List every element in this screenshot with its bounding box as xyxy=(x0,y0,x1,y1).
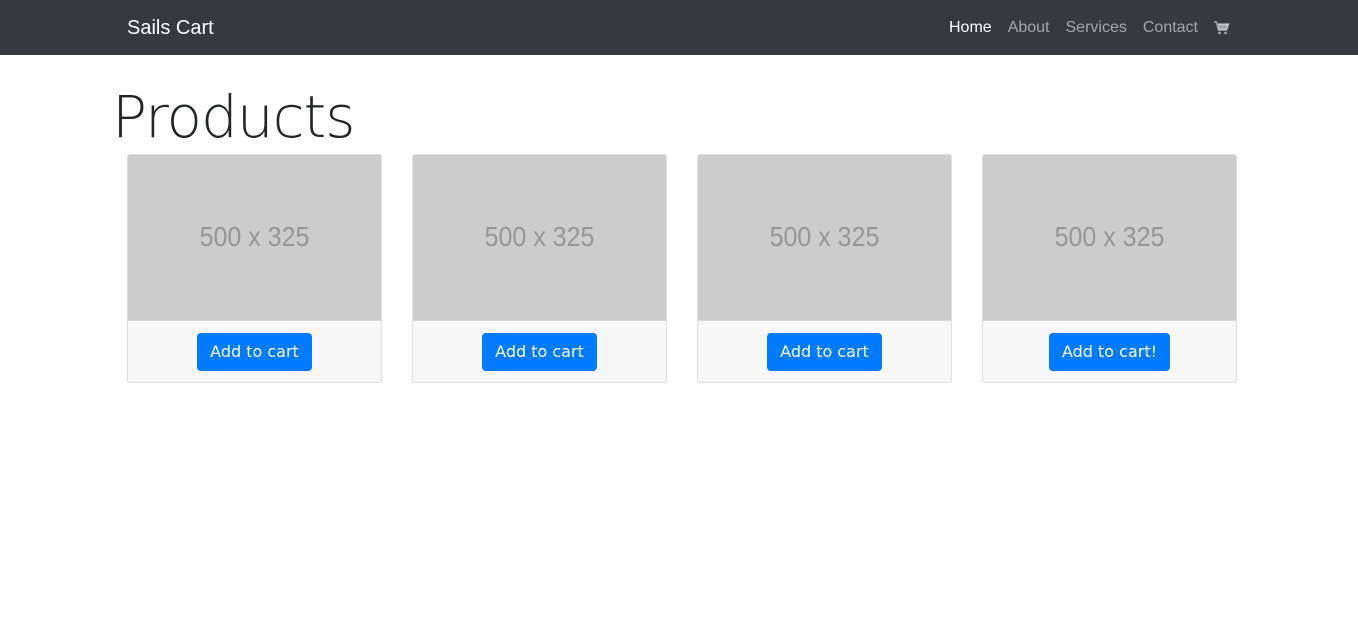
product-card: 500 x 325 Add to cart! xyxy=(982,154,1237,383)
nav-link-home[interactable]: Home xyxy=(949,16,992,40)
card-footer: Add to cart xyxy=(128,320,381,382)
nav-link-services[interactable]: Services xyxy=(1066,16,1127,40)
product-card: 500 x 325 Add to cart xyxy=(697,154,952,383)
product-card: 500 x 325 Add to cart xyxy=(127,154,382,383)
product-grid: 500 x 325 Add to cart 500 x 325 Add to c… xyxy=(127,154,1237,383)
add-to-cart-button[interactable]: Add to cart xyxy=(482,332,597,371)
product-card: 500 x 325 Add to cart xyxy=(412,154,667,383)
placeholder-text: 500 x 325 xyxy=(1054,221,1165,253)
brand-link[interactable]: Sails Cart xyxy=(127,15,214,41)
shopping-cart-icon-glyph xyxy=(1214,21,1230,35)
add-to-cart-button[interactable]: Add to cart xyxy=(767,332,882,371)
placeholder-text: 500 x 325 xyxy=(769,221,880,253)
product-image-placeholder: 500 x 325 xyxy=(983,155,1236,320)
add-to-cart-button[interactable]: Add to cart xyxy=(197,332,312,371)
card-footer: Add to cart! xyxy=(983,320,1236,382)
nav-link-contact[interactable]: Contact xyxy=(1143,16,1198,40)
card-footer: Add to cart xyxy=(413,320,666,382)
nav-link-about[interactable]: About xyxy=(1008,16,1050,40)
product-image-placeholder: 500 x 325 xyxy=(128,155,381,320)
shopping-cart-icon[interactable] xyxy=(1214,20,1230,36)
card-footer: Add to cart xyxy=(698,320,951,382)
placeholder-text: 500 x 325 xyxy=(199,221,310,253)
page-title: Products xyxy=(112,83,355,151)
product-image-placeholder: 500 x 325 xyxy=(413,155,666,320)
placeholder-text: 500 x 325 xyxy=(484,221,595,253)
nav-links: Home About Services Contact xyxy=(933,16,1230,40)
navbar: Sails Cart Home About Services Contact xyxy=(0,0,1358,55)
product-image-placeholder: 500 x 325 xyxy=(698,155,951,320)
add-to-cart-button[interactable]: Add to cart! xyxy=(1048,332,1171,371)
